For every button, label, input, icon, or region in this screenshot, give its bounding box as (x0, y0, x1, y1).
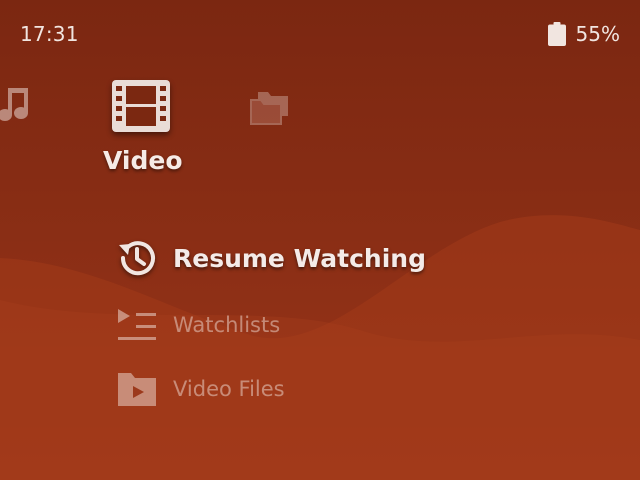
menu-item-label: Resume Watching (173, 243, 426, 273)
menu-item-label: Video Files (173, 377, 285, 401)
battery-status: 55% (547, 22, 620, 46)
music-note-icon[interactable] (0, 86, 32, 126)
menu-item-resume-watching[interactable]: Resume Watching (114, 235, 426, 281)
category-label: Video (103, 146, 183, 175)
film-icon[interactable] (110, 78, 172, 134)
battery-percent: 55% (575, 22, 620, 46)
status-time: 17:31 (20, 22, 79, 46)
battery-icon (547, 22, 566, 46)
video-folder-icon (114, 366, 160, 412)
menu-item-video-files[interactable]: Video Files (114, 366, 285, 412)
menu-item-watchlists[interactable]: Watchlists (114, 302, 280, 348)
playlist-icon (114, 302, 160, 348)
menu-item-label: Watchlists (173, 313, 281, 337)
history-icon (114, 235, 160, 281)
collections-icon[interactable] (248, 88, 290, 126)
